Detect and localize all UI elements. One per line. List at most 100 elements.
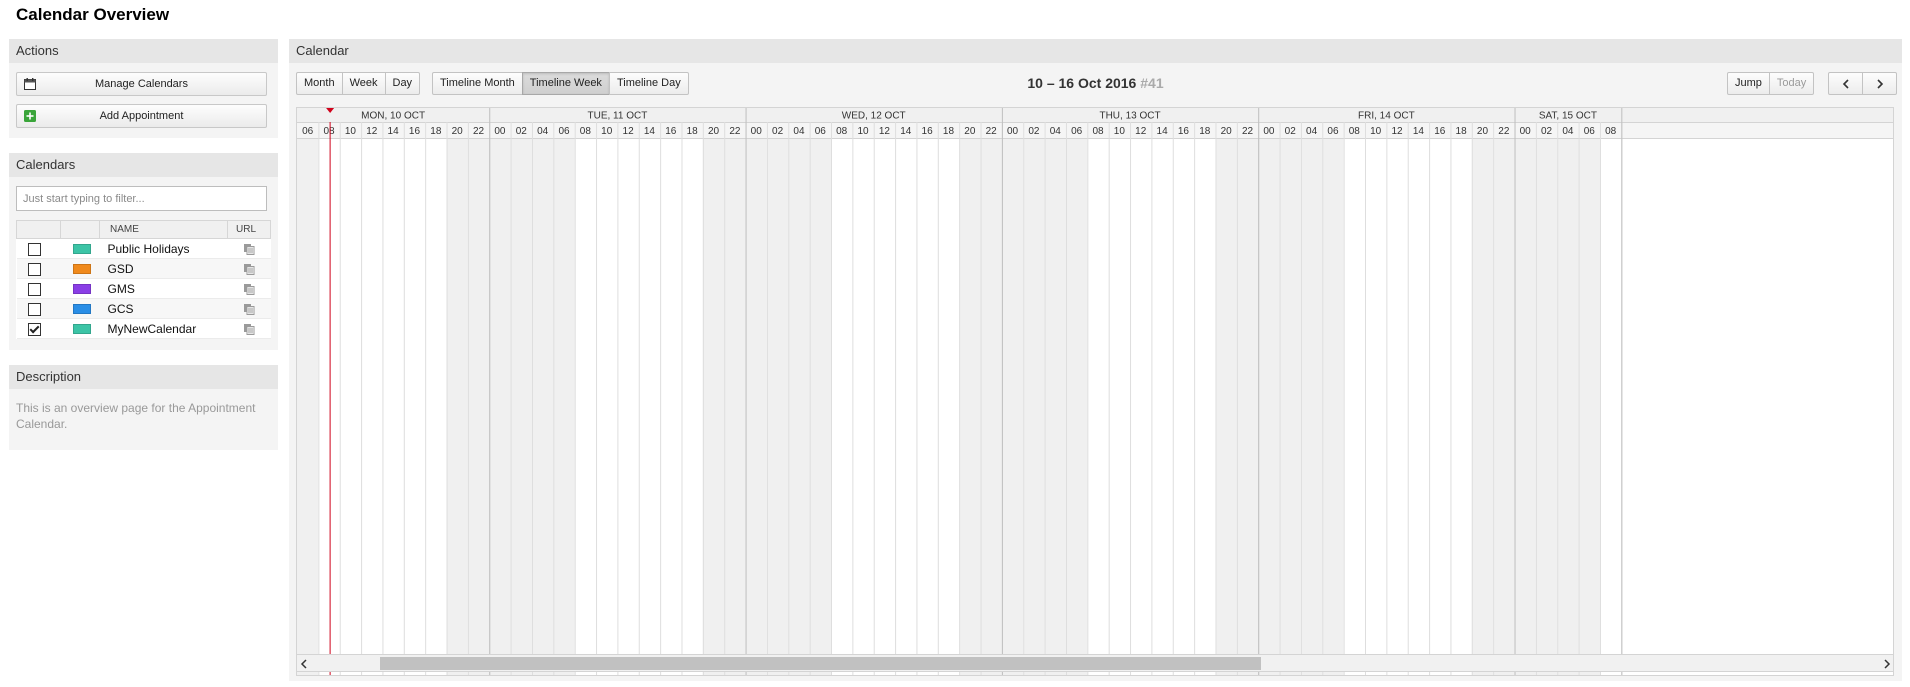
scrollbar-thumb[interactable] xyxy=(380,657,1261,670)
copy-url-icon[interactable] xyxy=(243,283,255,295)
timeline-slot[interactable] xyxy=(916,138,938,676)
calendar-row[interactable]: Public Holidays xyxy=(16,238,271,259)
timeline-slot[interactable] xyxy=(1471,138,1494,676)
calendar-row[interactable]: GSD xyxy=(16,258,271,279)
timeline-slot[interactable] xyxy=(1578,138,1600,676)
copy-url-icon[interactable] xyxy=(243,263,255,275)
timeline-slot[interactable] xyxy=(1365,138,1387,676)
horizontal-scrollbar[interactable] xyxy=(296,654,1894,672)
prev-button[interactable] xyxy=(1828,72,1863,95)
timeline-slot[interactable] xyxy=(1535,138,1558,676)
calendar-name[interactable]: GSD xyxy=(99,258,228,279)
timeline-week-button[interactable]: Timeline Week xyxy=(521,72,610,95)
timeline-slot[interactable] xyxy=(1322,138,1344,676)
caret-right-icon[interactable] xyxy=(1884,659,1891,669)
timeline-slot[interactable] xyxy=(489,138,511,676)
timeline-slot[interactable] xyxy=(1599,138,1622,676)
timeline-slot[interactable] xyxy=(1108,138,1131,676)
calendar-checkbox[interactable] xyxy=(27,262,41,276)
timeline-month-button[interactable]: Timeline Month xyxy=(432,72,523,95)
timeline-slot[interactable] xyxy=(1065,138,1088,676)
caret-left-icon[interactable] xyxy=(300,659,307,669)
timeline-slot[interactable] xyxy=(852,138,874,676)
manage-calendars-button[interactable]: Manage Calendars xyxy=(16,72,267,96)
timeline-slot[interactable] xyxy=(681,138,703,676)
timeline-slot[interactable] xyxy=(660,138,682,676)
timeline-slot[interactable] xyxy=(895,138,917,676)
timeline-slot[interactable] xyxy=(553,138,575,676)
timeline-slot[interactable] xyxy=(318,138,340,676)
view-day-button[interactable]: Day xyxy=(384,72,421,95)
timeline-slot[interactable] xyxy=(980,138,1002,676)
calendar-name[interactable]: Public Holidays xyxy=(99,238,228,259)
timeline-slot[interactable] xyxy=(1130,138,1152,676)
timeline-slot[interactable] xyxy=(446,138,468,676)
calendar-filter-input[interactable] xyxy=(16,186,267,211)
timeline-slot[interactable] xyxy=(809,138,831,676)
calendar-row[interactable]: MyNewCalendar xyxy=(16,318,271,339)
timeline-slot[interactable] xyxy=(1194,138,1216,676)
calendar-checkbox[interactable] xyxy=(27,322,41,336)
copy-url-icon[interactable] xyxy=(243,323,255,335)
timeline-slot[interactable] xyxy=(361,138,383,676)
timeline-slot[interactable] xyxy=(1386,138,1408,676)
calendar-checkbox[interactable] xyxy=(27,282,41,296)
calendar-checkbox[interactable] xyxy=(27,302,41,316)
timeline-slot[interactable] xyxy=(788,138,810,676)
today-button[interactable]: Today xyxy=(1768,72,1815,95)
timeline-slot[interactable] xyxy=(702,138,725,676)
timeline-slot[interactable] xyxy=(959,138,981,676)
timeline-slot[interactable] xyxy=(1407,138,1430,676)
timeline-slot[interactable] xyxy=(510,138,532,676)
view-week-button[interactable]: Week xyxy=(341,72,386,95)
timeline-slot[interactable] xyxy=(574,138,597,676)
calendar-row[interactable]: GCS xyxy=(16,298,271,319)
calendar-checkbox[interactable] xyxy=(27,242,41,256)
calendar-name[interactable]: GCS xyxy=(99,298,228,319)
calendar-row[interactable]: GMS xyxy=(16,278,271,299)
timeline-slot[interactable] xyxy=(1215,138,1237,676)
timeline-slot[interactable] xyxy=(1172,138,1195,676)
timeline-slot[interactable] xyxy=(1300,138,1323,676)
timeline-grid[interactable]: 06 08 10 12 14 16 18 20 22 00 02 04 06 08 10 12 14 16 18 20… xyxy=(296,107,1894,676)
timeline-slot[interactable] xyxy=(425,138,447,676)
timeline-day-button[interactable]: Timeline Day xyxy=(608,72,689,95)
timeline-slot[interactable] xyxy=(617,138,639,676)
next-button[interactable] xyxy=(1862,72,1897,95)
timeline-slot[interactable] xyxy=(1493,138,1515,676)
timeline-slot[interactable] xyxy=(831,138,853,676)
timeline-slot[interactable] xyxy=(873,138,896,676)
timeline-slot[interactable] xyxy=(1450,138,1472,676)
calendar-name[interactable]: MyNewCalendar xyxy=(99,318,228,339)
timeline-slot[interactable] xyxy=(467,138,490,676)
view-month-button[interactable]: Month xyxy=(296,72,343,95)
add-appointment-button[interactable]: Add Appointment xyxy=(16,104,267,128)
timeline-slot[interactable] xyxy=(1044,138,1066,676)
timeline-slot[interactable] xyxy=(596,138,618,676)
timeline-slot[interactable] xyxy=(531,138,554,676)
timeline-slot[interactable] xyxy=(297,138,319,676)
calendar-name[interactable]: GMS xyxy=(99,278,228,299)
timeline-slot[interactable] xyxy=(638,138,661,676)
timeline-slot[interactable] xyxy=(1151,138,1173,676)
timeline-slot[interactable] xyxy=(745,138,767,676)
timeline-slot[interactable] xyxy=(1429,138,1451,676)
timeline-slot[interactable] xyxy=(1087,138,1109,676)
timeline-slot[interactable] xyxy=(766,138,789,676)
timeline-slot[interactable] xyxy=(1514,138,1536,676)
timeline-slot[interactable] xyxy=(1258,138,1280,676)
timeline-slot[interactable] xyxy=(1557,138,1579,676)
timeline-slot[interactable] xyxy=(1236,138,1259,676)
copy-url-icon[interactable] xyxy=(243,303,255,315)
timeline-slot[interactable] xyxy=(1023,138,1045,676)
timeline-slot[interactable] xyxy=(382,138,404,676)
timeline-slot[interactable] xyxy=(1343,138,1365,676)
timeline-slot[interactable] xyxy=(403,138,426,676)
timeline-slot[interactable] xyxy=(1001,138,1024,676)
timeline-slot[interactable] xyxy=(1279,138,1301,676)
timeline-slot[interactable] xyxy=(724,138,746,676)
timeline-slot[interactable] xyxy=(937,138,960,676)
timeline-slot[interactable] xyxy=(339,138,362,676)
copy-url-icon[interactable] xyxy=(243,243,255,255)
jump-button[interactable]: Jump xyxy=(1727,72,1770,95)
